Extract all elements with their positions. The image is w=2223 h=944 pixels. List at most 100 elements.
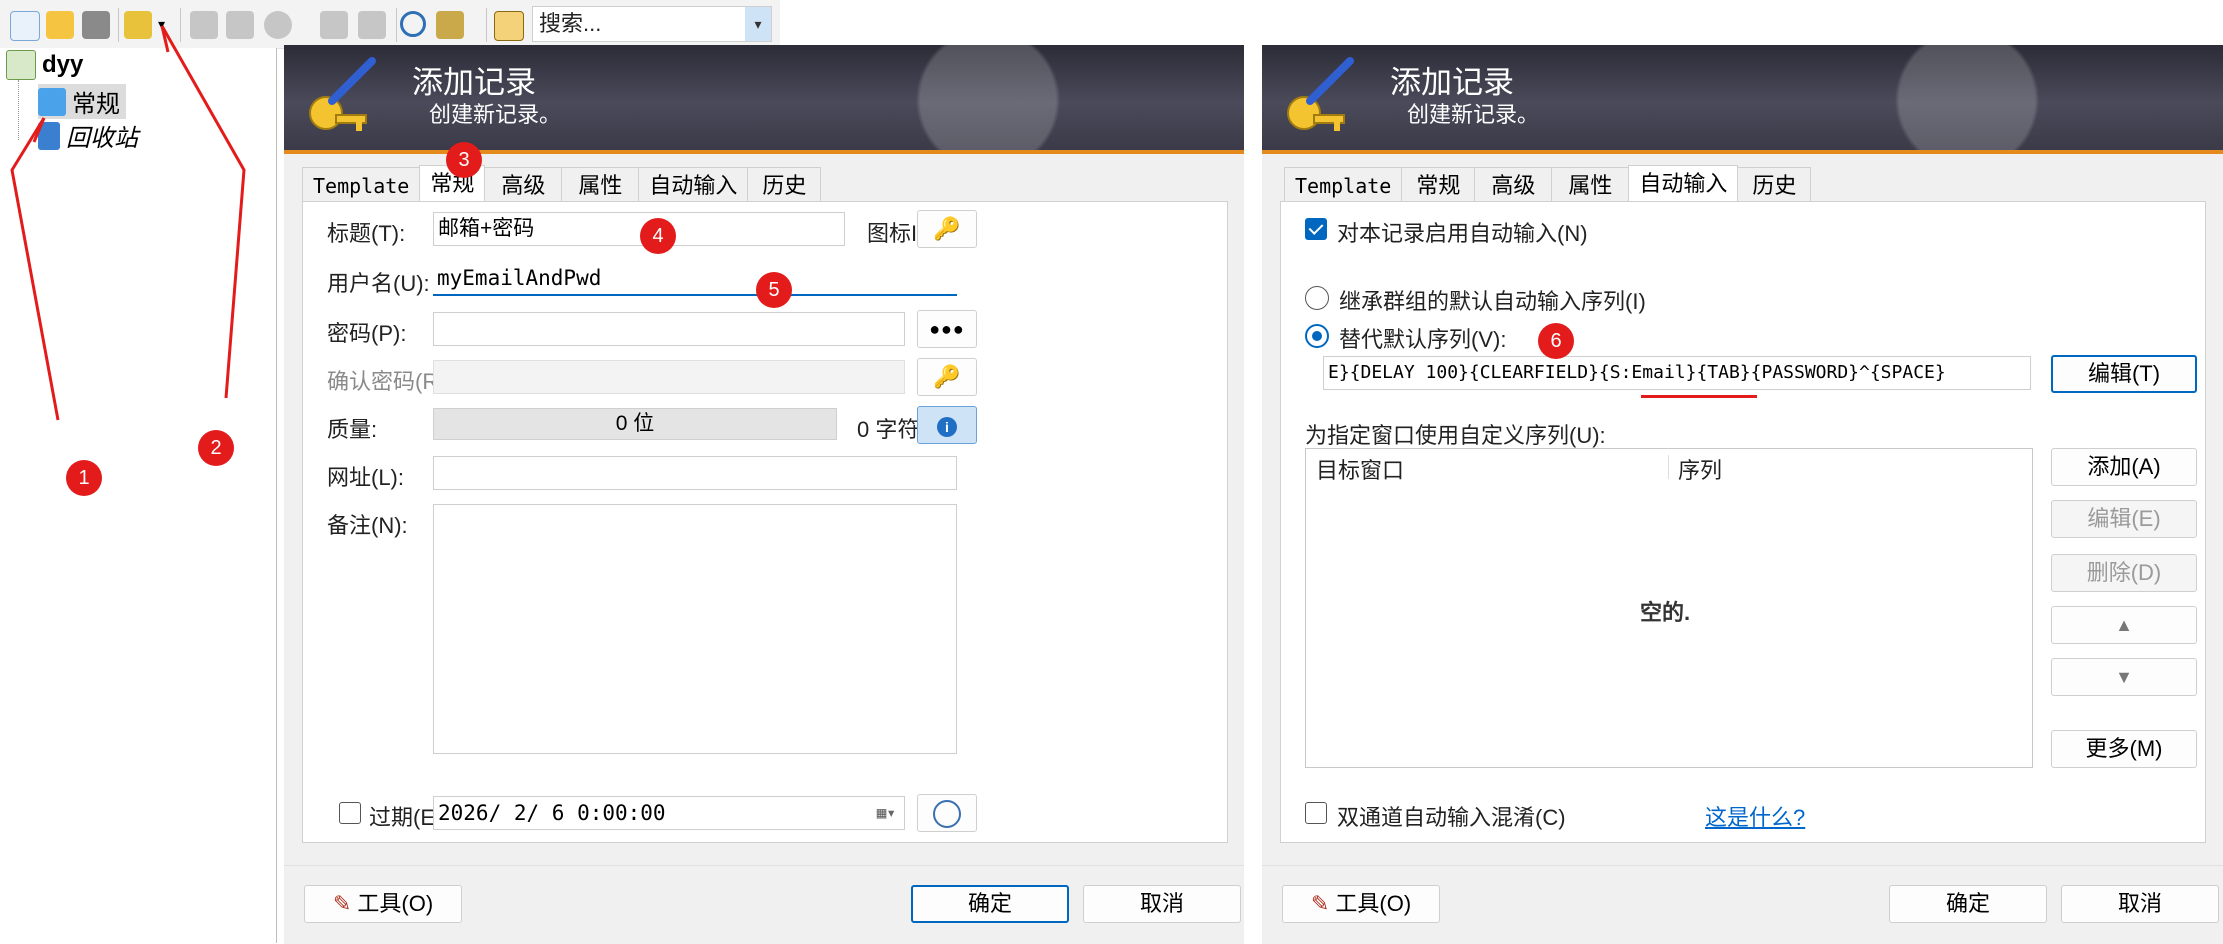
move-up-button[interactable]: ▲	[2051, 606, 2197, 644]
edit-button[interactable]: 编辑(E)	[2051, 500, 2197, 538]
quality-bar: 0 位	[433, 408, 837, 440]
save-icon[interactable]	[82, 11, 110, 39]
key-pen-icon	[1287, 57, 1354, 131]
banner-subtitle: 创建新记录。	[1407, 102, 1540, 127]
cancel-button[interactable]: 取消	[1083, 885, 1241, 923]
tools-button[interactable]: ✎ 工具(O)	[304, 885, 462, 923]
column-header-sequence[interactable]: 序列	[1678, 453, 1722, 485]
new-database-icon[interactable]	[10, 11, 40, 41]
expires-checkbox[interactable]	[339, 802, 361, 824]
tools-label: 工具(O)	[357, 891, 434, 916]
override-sequence-radio[interactable]	[1305, 324, 1329, 348]
tab-properties[interactable]: 属性	[1551, 167, 1630, 202]
lock-icon[interactable]	[494, 11, 524, 41]
expiry-presets-button[interactable]	[917, 794, 977, 832]
generate-password-button[interactable]: 🔑	[917, 358, 977, 396]
recycle-bin-icon	[38, 121, 60, 150]
icon-picker-button[interactable]: 🔑	[917, 210, 977, 248]
dropdown-arrow-icon[interactable]: ▾	[158, 16, 165, 33]
ok-button[interactable]: 确定	[911, 885, 1069, 923]
show-password-button[interactable]: ●●●	[917, 310, 977, 348]
tab-general[interactable]: 常规	[1401, 167, 1476, 202]
username-input[interactable]: myEmailAndPwd	[433, 262, 957, 296]
tab-strip: Template 常规 高级 属性 自动输入 历史	[1284, 165, 1812, 202]
find-icon[interactable]	[400, 11, 426, 37]
edit-sequence-button[interactable]: 编辑(T)	[2051, 355, 2197, 393]
window-sequence-table[interactable]: 目标窗口 序列 空的.	[1305, 448, 2033, 768]
tools-button[interactable]: ✎ 工具(O)	[1282, 885, 1440, 923]
title-value: 邮箱+密码	[438, 217, 535, 240]
key-pen-icon	[309, 57, 376, 131]
delete-button[interactable]: 删除(D)	[2051, 554, 2197, 592]
annotation-marker-5: 5	[756, 272, 792, 308]
password-label: 密码(P):	[327, 321, 407, 346]
obfuscation-label: 双通道自动输入混淆(C)	[1337, 805, 1566, 830]
sequence-value: E}{DELAY 100}{CLEARFIELD}{S:Email}{TAB}{…	[1328, 362, 1946, 383]
tab-template[interactable]: Template	[302, 167, 421, 202]
move-down-button[interactable]: ▼	[2051, 658, 2197, 696]
chevron-down-icon: ▼	[2115, 667, 2133, 687]
user-icon[interactable]	[190, 11, 218, 39]
tab-autotype[interactable]: 自动输入	[638, 167, 749, 202]
dialog-banner: 添加记录 创建新记录。	[284, 45, 1244, 154]
whats-this-link[interactable]: 这是什么?	[1705, 800, 1805, 832]
icon-label: 图标I	[867, 221, 918, 246]
add-entry-icon[interactable]	[124, 11, 152, 39]
search-dropdown-button[interactable]: ▾	[745, 7, 771, 41]
calendar-dropdown-icon[interactable]: ▦▾	[877, 797, 896, 829]
tool-icon[interactable]	[226, 11, 254, 39]
enable-autotype-checkbox[interactable]	[1305, 218, 1327, 240]
expires-date-input[interactable]: 2026/ 2/ 6 0:00:00 ▦▾	[433, 796, 905, 830]
tab-advanced[interactable]: 高级	[1474, 167, 1553, 202]
add-entry-dialog-autotype: 添加记录 创建新记录。 Template 常规 高级 属性 自动输入 历史 对本…	[1262, 45, 2223, 944]
main-toolbar: ▾ 搜索... ▾	[0, 0, 780, 49]
url-label: 网址(L):	[327, 465, 405, 490]
dialog-footer: ✎ 工具(O) 确定 取消	[1262, 865, 2223, 944]
tree-root-label: dyy	[42, 51, 84, 78]
annotation-marker-1: 1	[66, 460, 102, 496]
annotation-marker-3: 3	[446, 142, 482, 178]
tree-root[interactable]: dyy	[6, 50, 83, 80]
key-gen-icon: 🔑	[933, 364, 961, 389]
tab-advanced[interactable]: 高级	[484, 167, 563, 202]
tree-item-label: 常规	[72, 91, 120, 118]
inherit-sequence-radio[interactable]	[1305, 286, 1329, 310]
password-input[interactable]	[433, 312, 905, 346]
quality-info-button[interactable]: i	[917, 406, 977, 444]
tab-history[interactable]: 历史	[747, 167, 822, 202]
sequence-highlight-underline	[1641, 395, 1757, 398]
tab-autotype[interactable]: 自动输入	[1628, 165, 1739, 202]
add-button[interactable]: 添加(A)	[2051, 448, 2197, 486]
key-search-icon[interactable]	[436, 11, 464, 39]
more-button[interactable]: 更多(M)	[2051, 730, 2197, 768]
quality-label: 质量:	[327, 417, 378, 442]
obfuscation-checkbox[interactable]	[1305, 802, 1327, 824]
tab-properties[interactable]: 属性	[561, 167, 640, 202]
tab-strip: Template 常规 高级 属性 自动输入 历史	[302, 165, 822, 202]
folder-icon	[38, 87, 66, 116]
notes-textarea[interactable]	[433, 504, 957, 754]
ok-button[interactable]: 确定	[1889, 885, 2047, 923]
key-icon: 🔑	[933, 216, 961, 241]
tree-item-recycle-bin[interactable]: 回收站	[38, 118, 138, 153]
url-input[interactable]	[433, 456, 957, 490]
tools-icon: ✎	[1310, 891, 1336, 916]
tree-item-general[interactable]: 常规	[38, 84, 126, 119]
title-input[interactable]: 邮箱+密码	[433, 212, 845, 246]
copy-icon[interactable]	[320, 11, 348, 39]
override-sequence-label: 替代默认序列(V):	[1339, 327, 1507, 352]
tab-template[interactable]: Template	[1284, 167, 1403, 202]
tab-history[interactable]: 历史	[1737, 167, 1812, 202]
column-header-target-window[interactable]: 目标窗口	[1316, 453, 1404, 485]
open-folder-icon[interactable]	[46, 11, 74, 39]
quality-value: 0 位	[615, 412, 655, 435]
dialog-footer: ✎ 工具(O) 确定 取消	[284, 865, 1244, 944]
confirm-password-input[interactable]	[433, 360, 905, 394]
globe-icon[interactable]	[264, 11, 292, 39]
clipboard-icon[interactable]	[358, 11, 386, 39]
cancel-button[interactable]: 取消	[2061, 885, 2219, 923]
tree-item-label: 回收站	[66, 125, 138, 152]
search-placeholder: 搜索...	[539, 11, 602, 36]
search-input[interactable]: 搜索... ▾	[532, 6, 772, 42]
sequence-input[interactable]: E}{DELAY 100}{CLEARFIELD}{S:Email}{TAB}{…	[1323, 356, 2031, 390]
